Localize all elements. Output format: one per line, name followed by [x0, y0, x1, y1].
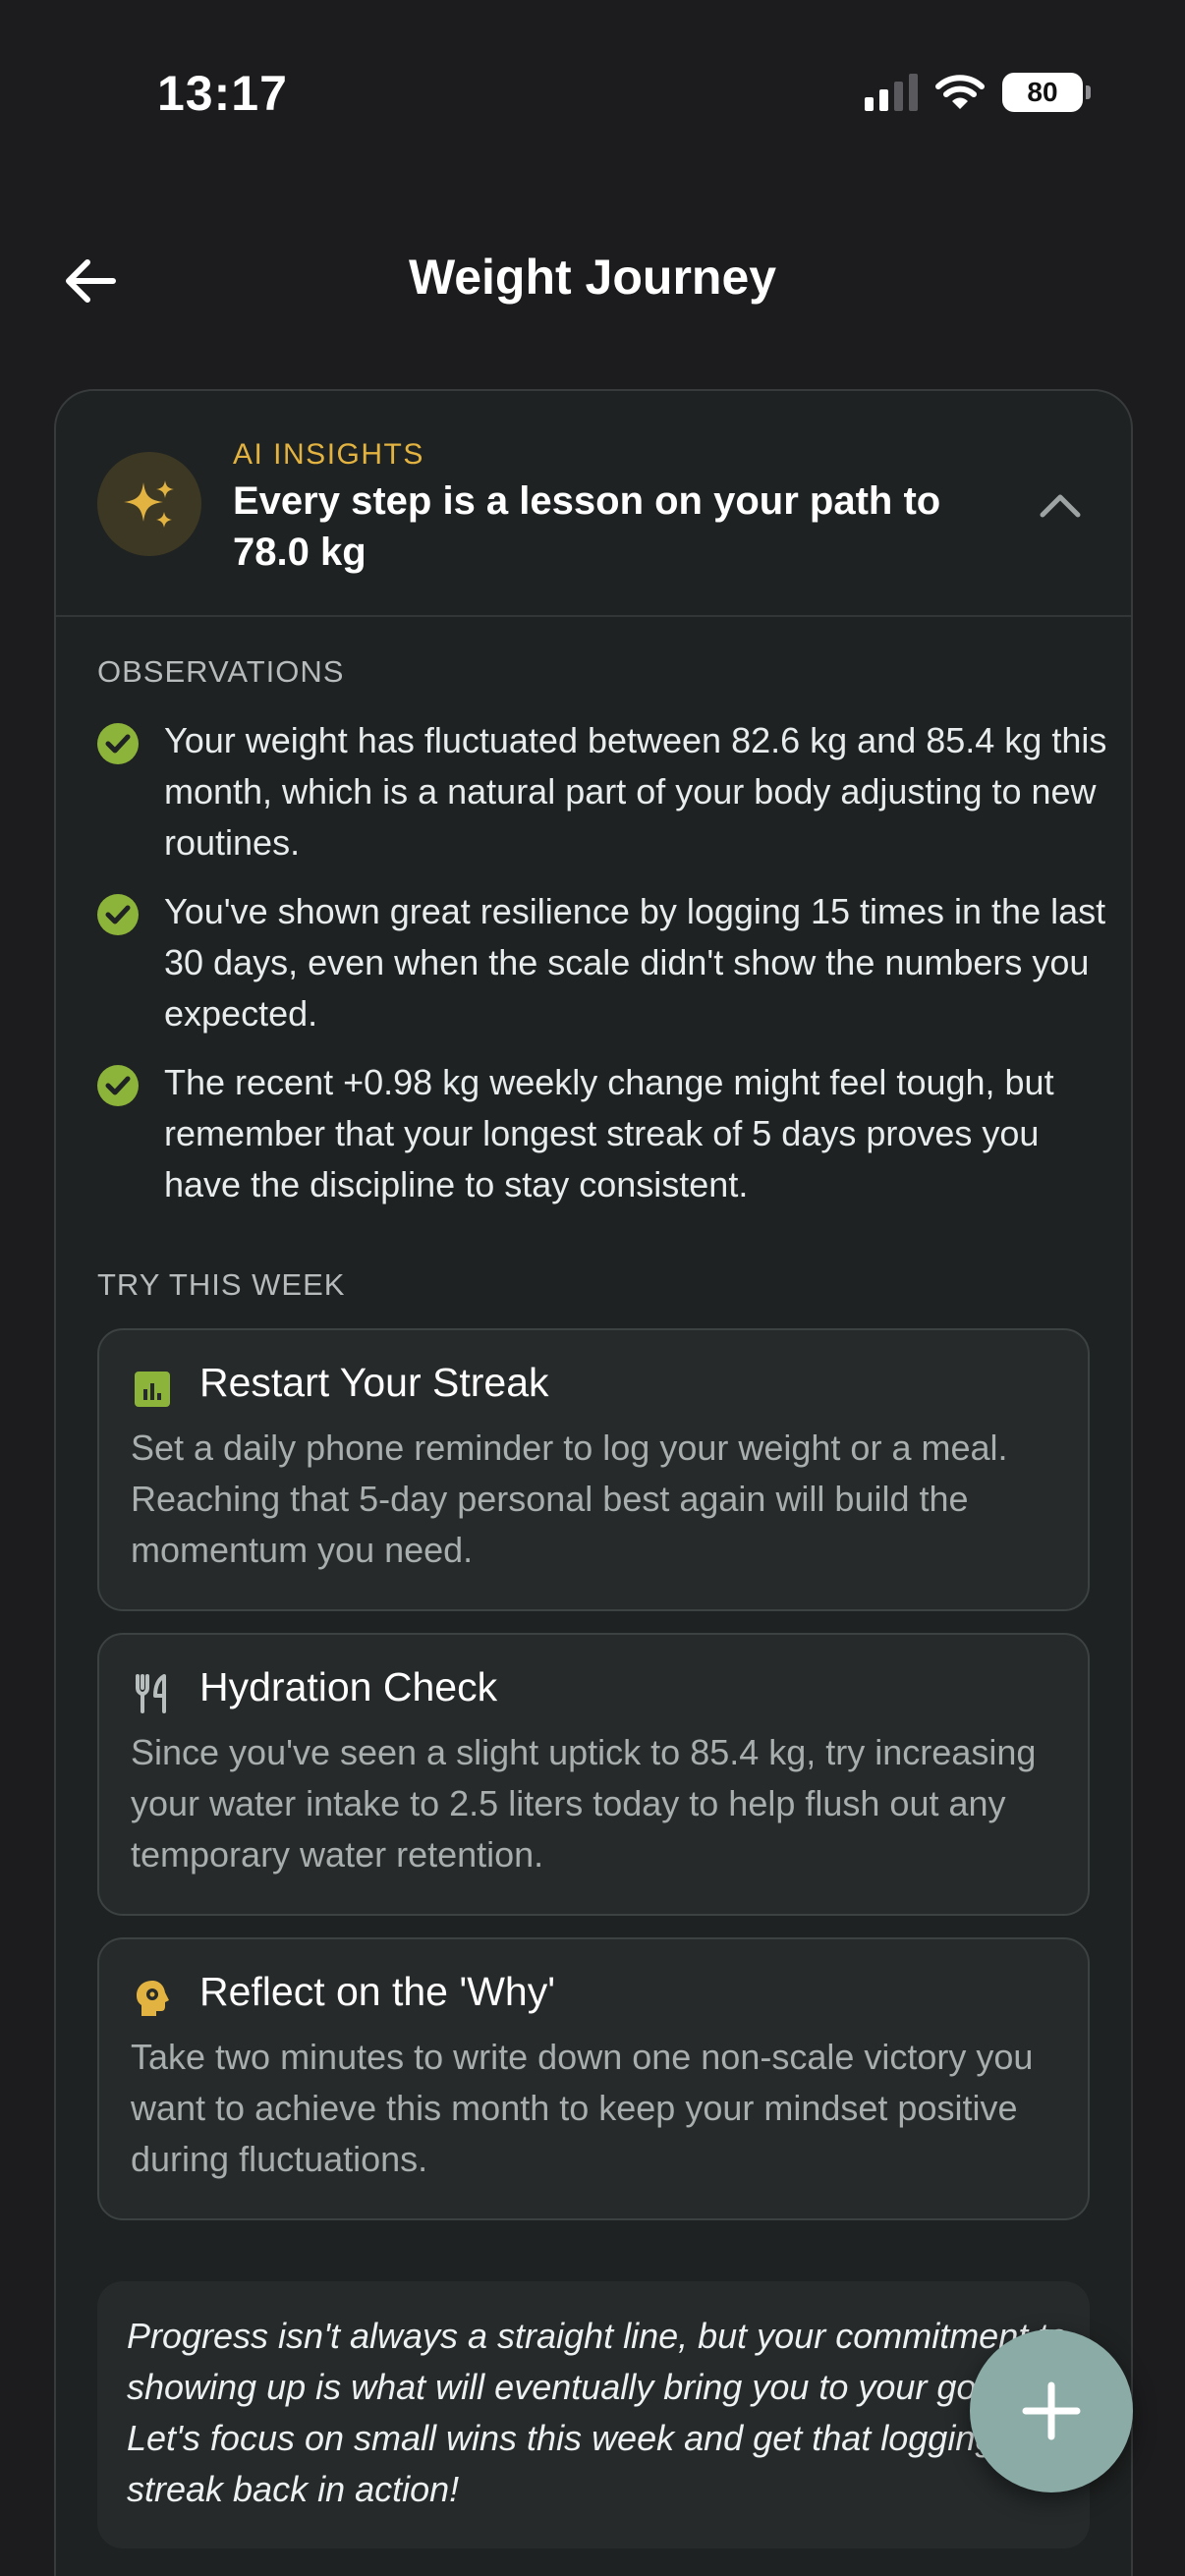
- ai-insights-card: AI INSIGHTS Every step is a lesson on yo…: [54, 389, 1133, 2576]
- sparkles-icon: [97, 452, 201, 556]
- page-title: Weight Journey: [408, 250, 777, 305]
- tip-title: Hydration Check: [199, 1664, 498, 1709]
- status-time: 13:17: [157, 66, 288, 121]
- tip-body: Set a daily phone reminder to log your w…: [131, 1428, 1008, 1570]
- insights-title: Every step is a lesson on your path to 7…: [233, 479, 941, 574]
- check-circle-icon: [97, 894, 139, 935]
- motivation-box: Progress isn't always a straight line, b…: [97, 2281, 1090, 2548]
- tip-body: Take two minutes to write down one non-s…: [131, 2037, 1034, 2179]
- plus-icon: [1022, 2381, 1081, 2440]
- insights-kicker: AI INSIGHTS: [233, 438, 424, 471]
- tip-card-restart-streak: Restart Your Streak Set a daily phone re…: [97, 1328, 1090, 1611]
- insights-header[interactable]: AI INSIGHTS Every step is a lesson on yo…: [56, 391, 1131, 617]
- screen: 13:17 80 Weight Journey AI INSIGHTS Ever…: [0, 0, 1185, 2576]
- status-icons: 80: [865, 73, 1091, 112]
- tip-title: Reflect on the 'Why': [199, 1969, 556, 2014]
- battery-level: 80: [1027, 77, 1058, 107]
- cellular-signal-icon: [865, 74, 918, 111]
- add-entry-button[interactable]: [970, 2329, 1133, 2492]
- wifi-icon: [935, 75, 985, 109]
- battery-icon: 80: [1002, 73, 1091, 112]
- tip-card-hydration-check: Hydration Check Since you've seen a slig…: [97, 1633, 1090, 1916]
- check-circle-icon: [97, 723, 139, 764]
- utensils-icon: [136, 1674, 166, 1713]
- mind-icon: [137, 1981, 169, 2016]
- observation-text: You've shown great resilience by logging…: [164, 891, 1106, 1034]
- tip-card-reflect-why: Reflect on the 'Why' Take two minutes to…: [97, 1937, 1090, 2220]
- chart-icon: [135, 1372, 170, 1407]
- try-this-week-label: TRY THIS WEEK: [97, 1267, 346, 1302]
- chevron-up-icon[interactable]: [1037, 485, 1084, 525]
- tip-title: Restart Your Streak: [199, 1360, 549, 1405]
- motivation-text: Progress isn't always a straight line, b…: [127, 2316, 1068, 2509]
- check-circle-icon: [97, 1065, 139, 1106]
- observation-text: Your weight has fluctuated between 82.6 …: [164, 720, 1107, 863]
- observation-text: The recent +0.98 kg weekly change might …: [164, 1062, 1054, 1204]
- tip-body: Since you've seen a slight uptick to 85.…: [131, 1732, 1037, 1875]
- observations-label: OBSERVATIONS: [97, 654, 345, 689]
